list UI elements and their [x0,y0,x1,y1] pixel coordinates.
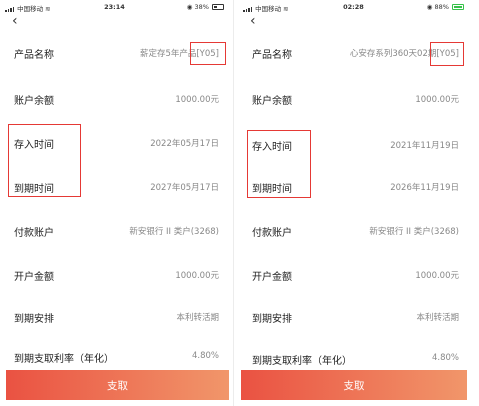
location-icon: ◉ [426,3,433,11]
battery-percent: 38% [194,3,209,11]
battery-icon [452,4,464,10]
row-label: 账户余额 [252,96,292,107]
row-label: 账户余额 [14,96,54,107]
right-phone-screen: 中国移动 ≋ 02:28 ◉ 88% ‹ 产品名称 心安存系列360天02期[Y… [238,0,469,406]
row-label: 到期支取利率（年化） [14,354,114,365]
row-balance: 账户余额 1000.00元 [238,90,469,110]
row-label: 到期安排 [252,314,292,325]
row-payment-account: 付款账户 新安银行 II 类户(3268) [0,222,229,242]
withdraw-button[interactable]: 支取 [6,370,229,400]
screen-divider [233,0,234,406]
row-value: 1000.00元 [175,95,219,105]
withdraw-button[interactable]: 支取 [241,370,467,400]
row-label: 开户金额 [14,272,54,283]
location-icon: ◉ [186,3,193,11]
row-withdraw-rate: 到期支取利率（年化） 4.80% [0,348,229,368]
back-chevron-icon[interactable]: ‹ [250,14,256,28]
status-right: ◉ 38% [187,3,224,11]
row-value: 2026年11月19日 [390,183,459,193]
row-maturity-plan: 到期安排 本利转活期 [238,308,469,328]
row-opening-amount: 开户金额 1000.00元 [0,266,229,286]
row-value: 4.80% [191,351,219,361]
row-opening-amount: 开户金额 1000.00元 [238,266,469,286]
row-maturity-plan: 到期安排 本利转活期 [0,308,229,328]
row-value: 新安银行 II 类户(3268) [369,227,459,237]
highlight-product-code [190,42,226,65]
row-value: 2021年11月19日 [390,141,459,151]
back-chevron-icon[interactable]: ‹ [12,14,18,28]
row-value: 本利转活期 [416,313,459,323]
row-value: 4.80% [431,353,459,363]
row-withdraw-rate: 到期支取利率（年化） 4.80% [238,350,469,370]
row-value: 1000.00元 [415,271,459,281]
highlight-dates [8,124,81,197]
row-value: 1000.00元 [175,271,219,281]
row-value: 新安银行 II 类户(3268) [129,227,219,237]
row-payment-account: 付款账户 新安银行 II 类户(3268) [238,222,469,242]
highlight-product-code [430,42,464,66]
row-label: 到期支取利率（年化） [252,356,352,367]
row-label: 到期安排 [14,314,54,325]
row-label: 付款账户 [252,228,292,239]
row-label: 产品名称 [252,50,292,61]
row-value: 本利转活期 [176,313,219,323]
battery-percent: 88% [434,3,449,11]
status-right: ◉ 88% [427,3,464,11]
row-label: 产品名称 [14,50,54,61]
status-bar: 中国移动 ≋ 23:14 ◉ 38% [0,0,229,14]
status-bar: 中国移动 ≋ 02:28 ◉ 88% [238,0,469,14]
row-balance: 账户余额 1000.00元 [0,90,229,110]
left-phone-screen: 中国移动 ≋ 23:14 ◉ 38% ‹ 产品名称 薪定存5年产品[Y05] 账… [0,0,229,406]
row-value: 1000.00元 [415,95,459,105]
row-label: 开户金额 [252,272,292,283]
row-label: 付款账户 [14,228,54,239]
row-value: 2022年05月17日 [150,139,219,149]
row-value: 2027年05月17日 [150,183,219,193]
battery-icon [212,4,224,10]
highlight-dates [247,130,311,198]
